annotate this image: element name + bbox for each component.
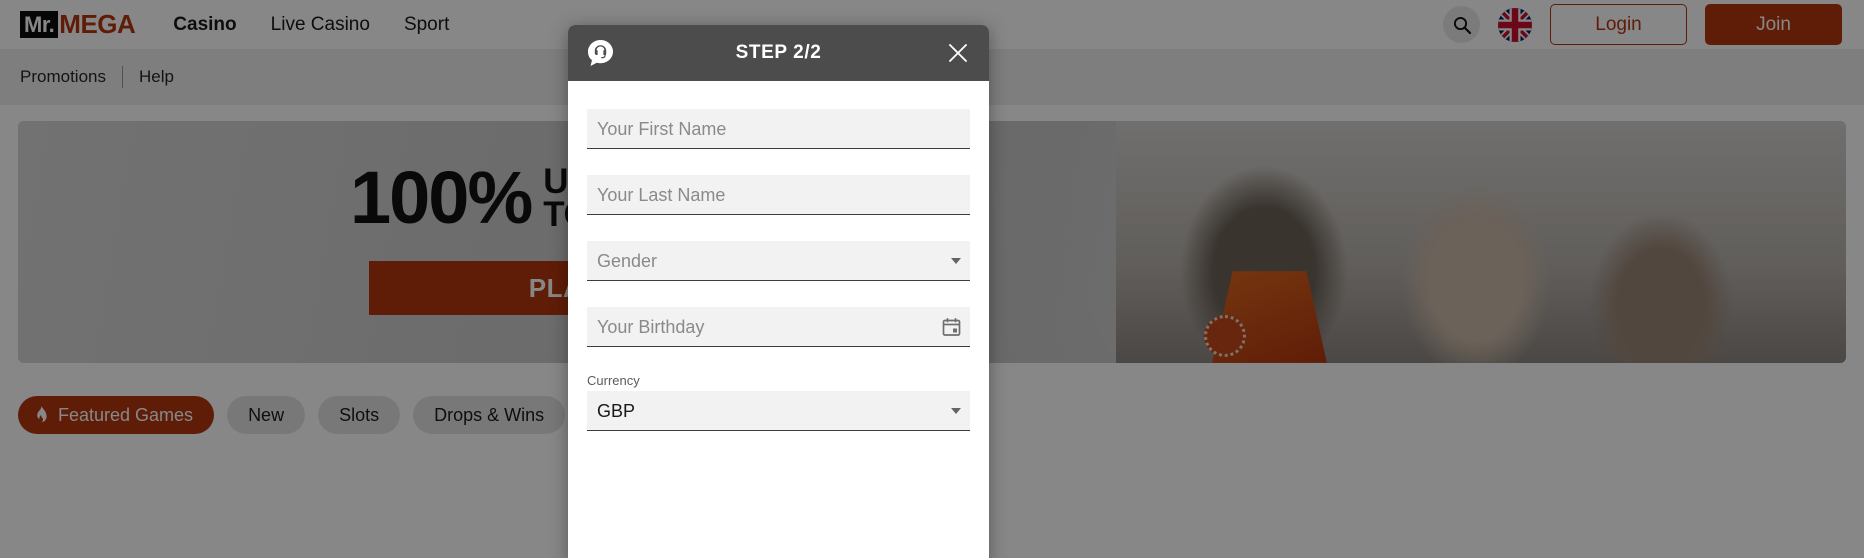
birthday-placeholder: Your Birthday [597, 316, 705, 337]
currency-value: GBP [597, 400, 636, 421]
last-name-input[interactable]: Your Last Name [587, 175, 970, 215]
calendar-icon[interactable] [942, 317, 961, 336]
modal-step-title: STEP 2/2 [735, 42, 822, 63]
registration-form: Your First Name Your Last Name Gender Yo… [568, 81, 989, 558]
birthday-field: Your Birthday [587, 307, 970, 347]
gender-select[interactable]: Gender [587, 241, 970, 281]
page-root: Mr. MEGA Casino Live Casino Sport Login … [0, 0, 1864, 558]
registration-modal: STEP 2/2 Your First Name Your Last Name [568, 25, 989, 558]
last-name-placeholder: Your Last Name [597, 184, 726, 205]
first-name-placeholder: Your First Name [597, 118, 727, 139]
currency-field: Currency GBP [587, 373, 970, 431]
last-name-field: Your Last Name [587, 175, 970, 215]
currency-select[interactable]: GBP [587, 391, 970, 431]
close-icon[interactable] [944, 39, 972, 67]
first-name-field: Your First Name [587, 109, 970, 149]
modal-header: STEP 2/2 [568, 25, 989, 81]
support-chat-icon[interactable] [585, 38, 616, 69]
first-name-input[interactable]: Your First Name [587, 109, 970, 149]
chevron-down-icon [951, 257, 961, 264]
gender-field: Gender [587, 241, 970, 281]
gender-placeholder: Gender [597, 250, 658, 271]
birthday-input[interactable]: Your Birthday [587, 307, 970, 347]
currency-label: Currency [587, 373, 640, 388]
chevron-down-icon [951, 407, 961, 414]
